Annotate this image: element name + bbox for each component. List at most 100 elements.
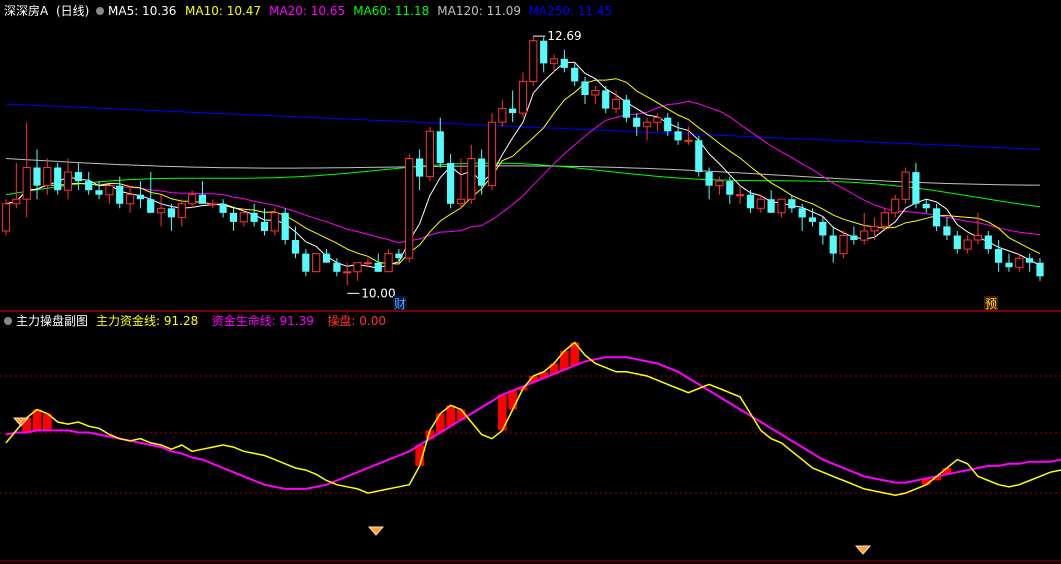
ma120-line xyxy=(5,158,1040,186)
candle-body-down xyxy=(136,194,144,200)
fund-line xyxy=(5,341,1061,496)
ma-label-3: MA60: 11.18 xyxy=(353,4,429,18)
dropdown-icon xyxy=(96,7,104,15)
sub-label-1: 资金生命线: 91.39 xyxy=(212,313,314,328)
candle-body-down xyxy=(198,194,206,204)
candle-body-up xyxy=(43,167,52,187)
chart-canvas: 12.69 10.00财 预 深深房A (日线) MA5: 10.36 MA10: 10.… xyxy=(0,3,1061,562)
candle-body-up xyxy=(870,225,879,232)
candle-body-up xyxy=(715,180,724,187)
candle-body-down xyxy=(767,199,775,213)
candle-body-up xyxy=(126,194,135,205)
candle-body-up xyxy=(188,194,197,205)
candle-body-down xyxy=(436,131,444,163)
candle-body-down xyxy=(746,194,755,209)
candle-body-up xyxy=(549,58,559,64)
candle-body-down xyxy=(95,190,103,195)
candle-body-up xyxy=(756,198,765,209)
trade-signal-bars xyxy=(22,342,952,485)
candle-body-up xyxy=(591,90,600,96)
candle-body-down xyxy=(74,172,82,182)
candle-body-down xyxy=(633,117,641,127)
candle-body-down xyxy=(509,108,517,114)
candle-body-down xyxy=(478,158,486,186)
candle-body-down xyxy=(674,131,682,141)
candle-body-down xyxy=(1026,258,1034,263)
candle-body-down xyxy=(333,262,341,272)
candle-body-down xyxy=(540,40,548,64)
candle-body-down xyxy=(571,67,579,82)
candle-body-up xyxy=(891,198,900,214)
badge-yu: 预 xyxy=(985,297,997,311)
candle-body-up xyxy=(487,121,497,187)
candle-body-up xyxy=(157,207,166,214)
candle-body-down xyxy=(560,58,568,68)
ma-label-2: MA20: 10.65 xyxy=(269,4,345,18)
candle-body-down xyxy=(705,172,713,186)
candle-body-down xyxy=(912,172,920,204)
buy-diamond-icon xyxy=(854,545,872,555)
sub-label-0: 主力资金线: 91.28 xyxy=(96,313,198,328)
candle-body-down xyxy=(322,253,331,263)
candle-body-down xyxy=(291,240,300,254)
candle-body-down xyxy=(250,212,258,222)
candle-body-up xyxy=(736,194,745,197)
candle-body-down xyxy=(260,221,269,231)
candle-body-down xyxy=(664,117,672,132)
candle-body-up xyxy=(208,203,217,206)
candle-body-down xyxy=(622,99,630,118)
sub-panel-title: 主力操盘副图 xyxy=(16,313,88,328)
candle-body-down xyxy=(219,203,227,213)
price-markers: 12.69 10.00财 预 xyxy=(347,29,998,311)
candle-body-up xyxy=(363,262,372,265)
buy-diamond-icon xyxy=(367,526,385,536)
period-label: (日线) xyxy=(56,4,89,18)
candle-body-up xyxy=(1015,257,1024,268)
candle-body-up xyxy=(973,235,982,241)
candle-body-up xyxy=(684,139,693,142)
candle-body-up xyxy=(312,253,321,273)
candle-body-down xyxy=(602,90,610,109)
candle-body-up xyxy=(498,108,507,123)
candle-body-up xyxy=(105,185,114,196)
candle-body-up xyxy=(529,40,538,82)
high-price-label: 12.69 xyxy=(547,29,581,43)
sub-panel-grid xyxy=(0,375,1061,562)
sub-label-2: 操盘: 0.00 xyxy=(327,313,386,328)
candle-body-up xyxy=(239,212,248,223)
ma-label-1: MA10: 10.47 xyxy=(185,4,261,18)
candle-body-down xyxy=(726,181,734,195)
candle-body-down xyxy=(995,249,1003,263)
candle-body-up xyxy=(901,171,910,200)
candle-body-up xyxy=(63,171,73,191)
candle-body-down xyxy=(829,235,837,254)
candle-body-up xyxy=(384,253,393,273)
ma-label-5: MA250: 11.45 xyxy=(529,4,613,18)
candle-body-down xyxy=(788,199,796,209)
candle-body-up xyxy=(653,117,662,123)
low-price-label: 10.00 xyxy=(361,286,395,300)
candle-body-down xyxy=(416,158,424,177)
candle-body-down xyxy=(850,235,858,240)
indicator-lines xyxy=(5,341,1061,555)
candle-body-down xyxy=(953,235,961,250)
candle-body-up xyxy=(860,230,869,241)
candle-body-down xyxy=(922,203,930,209)
candle-body-up xyxy=(270,212,279,232)
candle-body-down xyxy=(33,167,41,186)
candle-body-up xyxy=(353,262,362,273)
candlestick-series xyxy=(1,36,1044,286)
stock-name: 深深房A xyxy=(4,3,49,18)
sub-dropdown-icon xyxy=(4,317,12,325)
candle-body-down xyxy=(116,185,124,204)
candle-body-up xyxy=(405,158,414,259)
candle-body-down xyxy=(281,212,289,240)
candle-body-down xyxy=(395,253,403,259)
candle-body-down xyxy=(808,217,817,222)
candle-body-up xyxy=(177,203,186,218)
candle-body-up xyxy=(343,271,352,274)
candle-body-down xyxy=(819,221,827,236)
candle-body-down xyxy=(798,208,806,218)
candle-body-up xyxy=(518,80,528,114)
candle-body-down xyxy=(302,253,310,272)
